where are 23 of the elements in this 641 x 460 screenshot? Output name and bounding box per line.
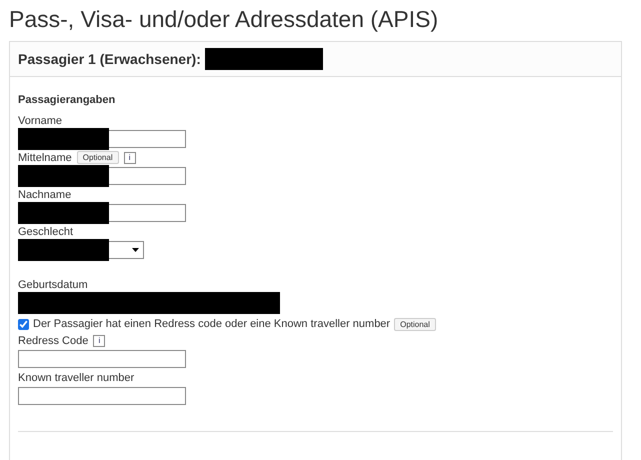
input-field[interactable] bbox=[18, 350, 186, 368]
field-label: Known traveller number bbox=[18, 372, 134, 384]
field-label: Vorname bbox=[18, 114, 62, 126]
optional-tag: Optional bbox=[76, 151, 119, 164]
field-label: Geburtsdatum bbox=[18, 278, 88, 290]
field-label: Mittelname bbox=[18, 152, 72, 164]
input-field[interactable] bbox=[109, 130, 186, 148]
page-title: Pass-, Visa- und/oder Adressdaten (APIS) bbox=[9, 6, 440, 33]
checkbox[interactable] bbox=[18, 318, 29, 330]
field-label: Redress Code bbox=[18, 334, 88, 346]
caret-icon bbox=[132, 248, 139, 252]
input-field[interactable] bbox=[109, 167, 186, 185]
checkbox-label: Der Passagier hat einen Redress code oder eine Known traveller number bbox=[33, 318, 390, 330]
field-label: Nachname bbox=[18, 188, 72, 200]
section-title: Passagierangaben bbox=[18, 94, 116, 106]
info-button[interactable]: i bbox=[124, 152, 136, 164]
field-label: Geschlecht bbox=[18, 226, 74, 238]
input-field[interactable] bbox=[18, 387, 186, 405]
info-button[interactable]: i bbox=[93, 334, 106, 346]
input-field[interactable] bbox=[109, 204, 186, 222]
card-title: Passagier 1 (Erwachsener): bbox=[18, 51, 201, 67]
optional-tag: Optional bbox=[394, 318, 436, 330]
gender-dropdown[interactable] bbox=[109, 241, 144, 259]
